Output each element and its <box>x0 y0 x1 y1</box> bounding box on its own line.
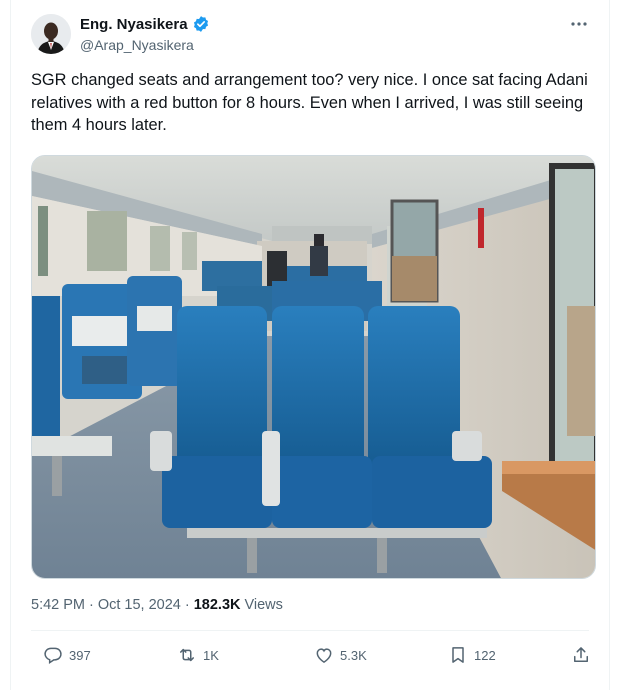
verified-badge-icon <box>193 16 208 32</box>
tweet-meta: 5:42 PM · Oct 15, 2024 · 182.3K Views <box>31 597 283 613</box>
train-interior-photo <box>32 156 595 578</box>
author-name[interactable]: Eng. Nyasikera <box>80 16 188 33</box>
tweet-card: Eng. Nyasikera @Arap_Nyasikera SGR chang… <box>10 0 610 690</box>
avatar-image <box>31 14 71 54</box>
retweet-icon <box>180 648 194 662</box>
tweet-time[interactable]: 5:42 PM <box>31 597 85 613</box>
tweet-date[interactable]: Oct 15, 2024 <box>98 597 181 613</box>
tweet-photo[interactable] <box>31 155 596 579</box>
meta-separator: · <box>89 597 94 613</box>
avatar[interactable] <box>31 14 71 54</box>
like-count: 5.3K <box>340 647 367 663</box>
retweet-button[interactable]: 1K <box>177 645 219 665</box>
tweet-text: SGR changed seats and arrangement too? v… <box>31 71 588 134</box>
retweet-count: 1K <box>203 647 219 663</box>
bookmark-icon <box>452 647 464 663</box>
share-button[interactable] <box>571 645 591 665</box>
more-options-icon[interactable] <box>569 14 589 39</box>
seat-right <box>368 306 460 476</box>
share-icon <box>574 647 588 662</box>
bookmark-button[interactable]: 122 <box>448 645 496 665</box>
author-name-row: Eng. Nyasikera <box>80 15 210 33</box>
reply-count: 397 <box>69 647 91 663</box>
meta-separator: · <box>184 597 190 613</box>
like-button[interactable]: 5.3K <box>314 645 367 665</box>
reply-button[interactable]: 397 <box>43 645 91 665</box>
views-label: Views <box>244 597 283 613</box>
views-count: 182.3K <box>193 597 241 613</box>
action-bar: 397 1K 5.3K 122 <box>31 645 596 669</box>
heart-icon <box>316 648 332 663</box>
seat-middle <box>272 306 364 476</box>
reply-icon <box>44 647 62 664</box>
divider <box>31 630 589 631</box>
author-handle[interactable]: @Arap_Nyasikera <box>80 37 194 53</box>
seat-left <box>177 306 267 476</box>
bookmark-count: 122 <box>474 647 496 663</box>
